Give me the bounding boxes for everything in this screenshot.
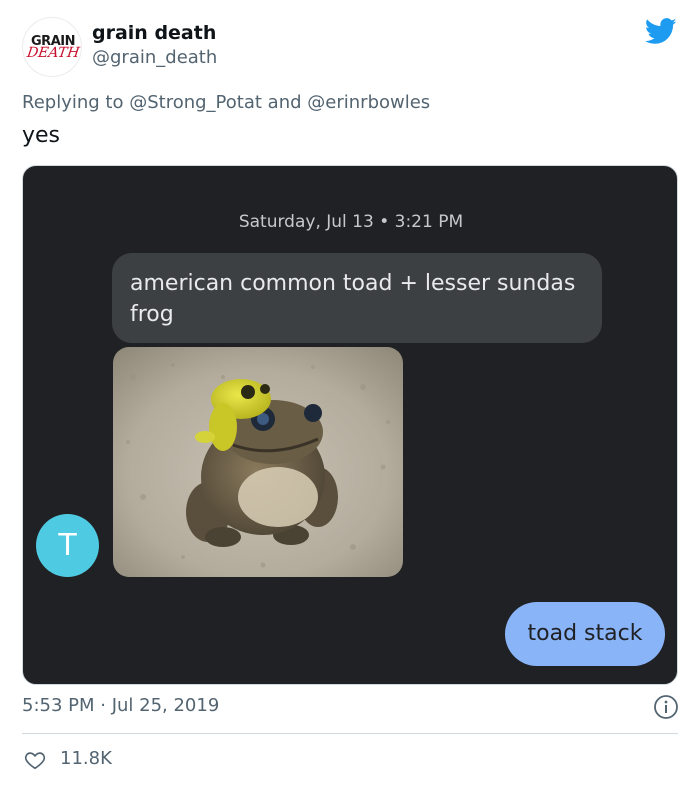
mention-link[interactable]: @Strong_Potat bbox=[129, 92, 262, 113]
reply-joiner: and bbox=[267, 92, 302, 113]
reply-prefix: Replying to bbox=[22, 92, 124, 113]
tweet-text: yes bbox=[22, 123, 61, 148]
mention-link[interactable]: @erinrbowles bbox=[307, 92, 430, 113]
heart-icon[interactable] bbox=[24, 749, 46, 771]
like-count: 11.8K bbox=[60, 748, 112, 769]
user-handle[interactable]: @grain_death bbox=[92, 47, 217, 68]
outgoing-message-bubble: toad stack bbox=[505, 602, 665, 666]
media-screenshot[interactable]: Saturday, Jul 13 • 3:21 PM american comm… bbox=[22, 165, 678, 685]
tweet: GRAIN DEATH grain death @grain_death Rep… bbox=[0, 0, 700, 787]
incoming-message-bubble: american common toad + lesser sundas fro… bbox=[112, 253, 602, 343]
contact-avatar: T bbox=[36, 514, 99, 577]
avatar-logo-script: DEATH bbox=[25, 45, 81, 61]
divider bbox=[22, 733, 678, 734]
message-date-stamp: Saturday, Jul 13 • 3:21 PM bbox=[238, 212, 464, 232]
info-icon[interactable] bbox=[653, 694, 679, 720]
frog-photo bbox=[113, 347, 403, 577]
profile-avatar[interactable]: GRAIN DEATH bbox=[22, 17, 82, 77]
display-name[interactable]: grain death bbox=[92, 22, 216, 44]
replying-to-line: Replying to @Strong_Potat and @erinrbowl… bbox=[22, 92, 430, 113]
twitter-bird-icon[interactable] bbox=[645, 18, 677, 45]
tweet-timestamp[interactable]: 5:53 PM · Jul 25, 2019 bbox=[22, 695, 219, 716]
